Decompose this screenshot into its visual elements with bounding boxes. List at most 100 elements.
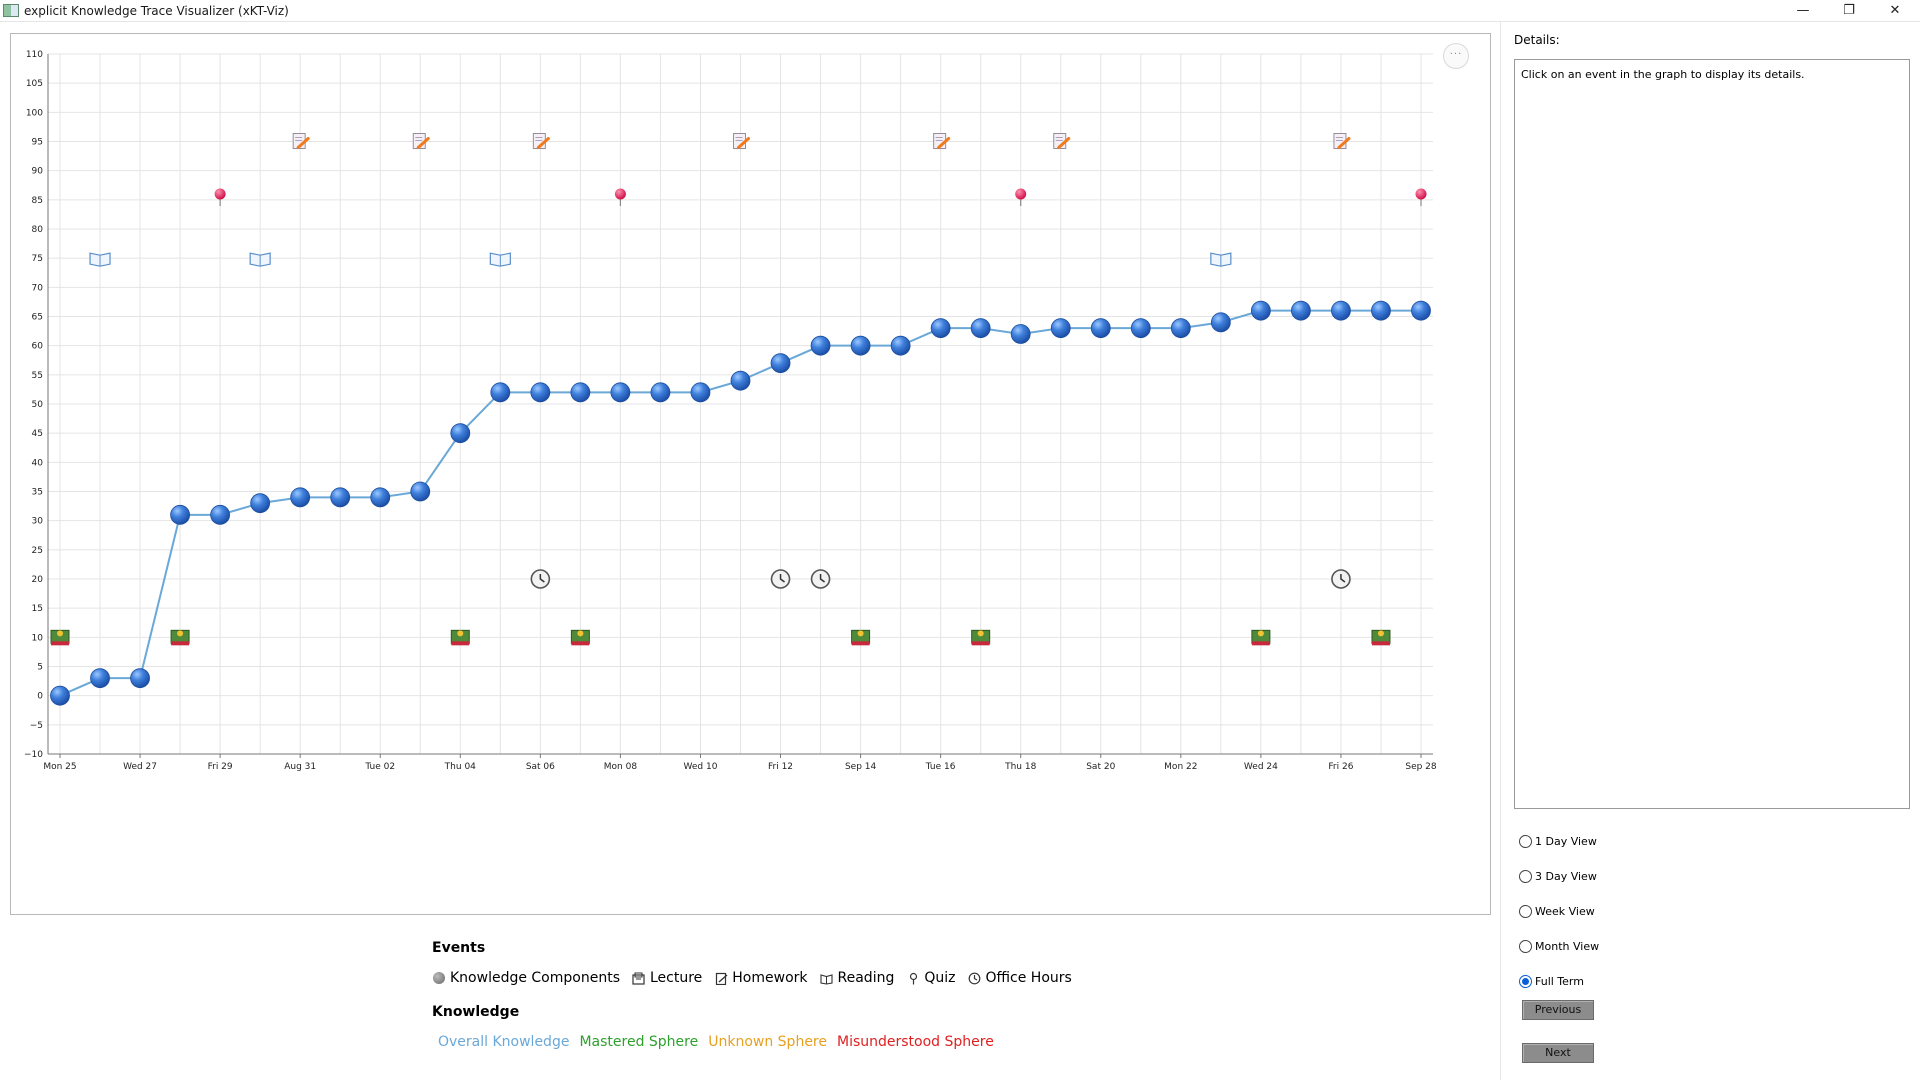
knowledge-component-point[interactable]	[1371, 300, 1391, 321]
knowledge-component-point[interactable]	[1050, 318, 1071, 339]
knowledge-component-point[interactable]	[810, 335, 831, 356]
knowledge-component-point[interactable]	[1411, 300, 1431, 321]
knowledge-component-point[interactable]	[610, 382, 631, 403]
lecture-event-icon[interactable]	[1371, 629, 1391, 646]
view-option-3-day[interactable]: 3 Day View	[1519, 859, 1599, 894]
knowledge-component-point[interactable]	[650, 382, 671, 403]
knowledge-component-point[interactable]	[330, 487, 351, 508]
knowledge-component-point[interactable]	[570, 382, 591, 403]
knowledge-component-point[interactable]	[410, 481, 431, 502]
knowledge-component-point[interactable]	[890, 335, 911, 356]
knowledge-component-point[interactable]	[370, 487, 391, 508]
legend-label: Lecture	[649, 970, 703, 986]
y-tick-label: 30	[32, 517, 44, 527]
reading-event-icon[interactable]	[89, 252, 111, 267]
knowledge-component-point[interactable]	[850, 335, 871, 356]
knowledge-component-point[interactable]	[690, 382, 711, 403]
homework-event-icon[interactable]	[1333, 133, 1351, 149]
x-tick-label: Aug 31	[284, 762, 316, 772]
knowledge-component-point[interactable]	[290, 487, 311, 508]
radio-button[interactable]	[1519, 835, 1532, 848]
legend-item-lecture: Lecture	[632, 970, 702, 986]
previous-button[interactable]: Previous	[1522, 1000, 1594, 1020]
homework-event-icon[interactable]	[933, 133, 951, 149]
knowledge-component-point[interactable]	[1170, 318, 1191, 339]
lecture-event-icon[interactable]	[971, 629, 991, 646]
view-option-full-term[interactable]: Full Term	[1519, 964, 1599, 999]
homework-event-icon[interactable]	[1053, 133, 1071, 149]
x-tick-label: Fri 26	[1328, 762, 1353, 772]
knowledge-component-point[interactable]	[130, 668, 150, 689]
close-button[interactable]: ✕	[1872, 0, 1918, 22]
quiz-icon	[906, 971, 920, 985]
reading-event-icon[interactable]	[1210, 252, 1232, 267]
radio-button-selected[interactable]	[1519, 975, 1532, 988]
homework-event-icon[interactable]	[733, 133, 750, 149]
quiz-event-icon[interactable]	[1015, 188, 1027, 207]
knowledge-component-point[interactable]	[770, 353, 791, 374]
y-tick-label: 0	[37, 692, 43, 702]
radio-button[interactable]	[1519, 940, 1532, 953]
view-selector: 1 Day View 3 Day View Week View Month Vi…	[1519, 824, 1599, 999]
reading-event-icon[interactable]	[489, 252, 511, 267]
knowledge-component-point[interactable]	[1010, 324, 1031, 344]
maximize-button[interactable]: ❐	[1826, 0, 1872, 22]
knowledge-component-point[interactable]	[730, 370, 751, 391]
knowledge-component-point[interactable]	[970, 318, 991, 339]
y-tick-label: 105	[26, 79, 43, 89]
office-hours-event-icon[interactable]	[530, 569, 551, 589]
lecture-event-icon[interactable]	[170, 629, 190, 646]
details-label: Details:	[1514, 33, 1560, 47]
knowledge-component-point[interactable]	[170, 504, 190, 525]
lecture-event-icon[interactable]	[851, 629, 871, 646]
y-tick-label: 100	[26, 108, 43, 118]
lecture-event-icon[interactable]	[50, 629, 70, 646]
lecture-event-icon[interactable]	[450, 629, 470, 646]
homework-event-icon[interactable]	[532, 133, 550, 149]
knowledge-component-point[interactable]	[1250, 300, 1271, 321]
lecture-event-icon[interactable]	[1251, 629, 1271, 646]
knowledge-component-point[interactable]	[450, 423, 471, 444]
knowledge-component-point[interactable]	[930, 318, 951, 339]
minimize-button[interactable]: —	[1780, 0, 1826, 22]
details-placeholder-text: Click on an event in the graph to displa…	[1521, 68, 1805, 81]
knowledge-component-point[interactable]	[1090, 318, 1111, 339]
knowledge-component-point[interactable]	[490, 382, 511, 403]
quiz-event-icon[interactable]	[1415, 188, 1427, 207]
chart-svg[interactable]: 1101051009590858075706560555045403530252…	[11, 34, 1492, 916]
homework-event-icon[interactable]	[292, 133, 310, 149]
office-hours-event-icon[interactable]	[810, 569, 831, 589]
office-hours-event-icon[interactable]	[1331, 569, 1351, 589]
view-option-label: Full Term	[1535, 975, 1584, 988]
quiz-event-icon[interactable]	[614, 188, 626, 207]
knowledge-component-point[interactable]	[1291, 300, 1311, 321]
next-button[interactable]: Next	[1522, 1043, 1594, 1063]
knowledge-component-point[interactable]	[250, 493, 271, 514]
lecture-event-icon[interactable]	[570, 629, 590, 646]
knowledge-trace-chart[interactable]: 110 105 100 95 90 85 80 75 70 65 60 55 50 45 40 35 30 25 2…	[10, 33, 1491, 915]
y-tick-label: 65	[32, 313, 43, 323]
knowledge-component-point[interactable]	[1331, 300, 1351, 321]
knowledge-component-point[interactable]	[90, 668, 110, 689]
knowledge-component-point[interactable]	[530, 382, 551, 403]
radio-button[interactable]	[1519, 905, 1532, 918]
knowledge-component-point[interactable]	[1130, 318, 1151, 339]
radio-button[interactable]	[1519, 870, 1532, 883]
view-option-month[interactable]: Month View	[1519, 929, 1599, 964]
x-tick-label: Tue 02	[364, 762, 395, 772]
view-option-week[interactable]: Week View	[1519, 894, 1599, 929]
chart-more-options-button[interactable]: ···	[1443, 43, 1469, 69]
knowledge-component-point[interactable]	[50, 685, 70, 706]
reading-event-icon[interactable]	[249, 252, 271, 267]
knowledge-component-point[interactable]	[210, 504, 231, 525]
quiz-event-icon[interactable]	[214, 188, 226, 207]
view-option-1-day[interactable]: 1 Day View	[1519, 824, 1599, 859]
homework-event-icon[interactable]	[412, 133, 430, 149]
y-tick-label: 80	[32, 225, 44, 235]
x-tick-label: Thu 04	[444, 762, 476, 772]
y-tick-label: 5	[37, 663, 43, 673]
knowledge-legend-row: Overall Knowledge Mastered Sphere Unknow…	[432, 1034, 1432, 1050]
y-tick-label: 95	[32, 138, 43, 148]
office-hours-event-icon[interactable]	[770, 569, 791, 589]
knowledge-component-point[interactable]	[1210, 312, 1231, 333]
